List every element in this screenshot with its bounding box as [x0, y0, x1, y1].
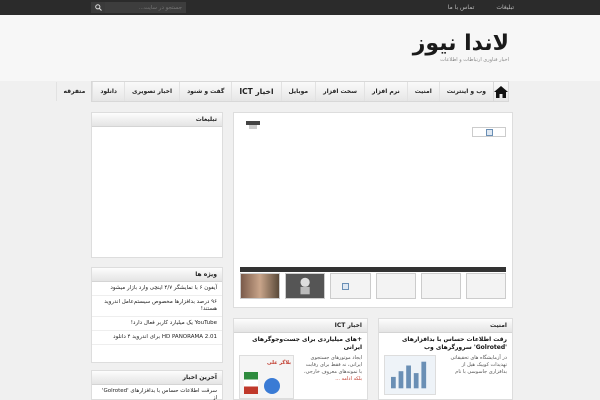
- search-input[interactable]: [105, 2, 186, 13]
- nav-item-photo-news[interactable]: اخبار تصویری: [124, 82, 179, 101]
- latest-panel-title: آخرین اخبار: [182, 374, 217, 381]
- robot-thumb-icon: [300, 277, 310, 295]
- main-nav: وب و اینترنت امنیت نرم افزار سخت افزار م…: [55, 81, 509, 102]
- security-news-column: امنیت رقت اطلاعات حساس با بدافزارهای 'Go…: [378, 318, 513, 400]
- ads-panel-title: تبلیغات: [195, 116, 217, 123]
- security-body: در آزمایشگاه های تحقیقاتی تهدیدات کوییک …: [379, 355, 512, 395]
- nav-home[interactable]: [493, 82, 508, 101]
- search-box: [91, 2, 186, 13]
- nav-item-web[interactable]: وب و اینترنت: [438, 82, 493, 101]
- slider-thumb[interactable]: [420, 273, 461, 299]
- globe-icon: [264, 378, 280, 394]
- special-item[interactable]: YouTube یک میلیارد کاربر فعال دارد!: [92, 317, 222, 331]
- nav-item-interview[interactable]: گفت و شنود: [179, 82, 231, 101]
- slider-thumb[interactable]: [240, 273, 281, 299]
- ict-text-line: با نمونه‌های معروف خارجی،: [303, 369, 362, 375]
- special-panel-header: ویژه ها: [92, 268, 222, 282]
- ict-body: ایجاد موتورهای جستجوی ایرانی، نه فقط برا…: [234, 355, 367, 399]
- ict-badge: بلاگر علی: [267, 360, 291, 366]
- special-item[interactable]: HD PANORAMA 2.01 برای اندروید ۴ دانلود: [92, 331, 222, 345]
- image-placeholder-icon: [486, 129, 493, 136]
- top-link-contact[interactable]: تماس با ما: [448, 2, 475, 13]
- nav-item-misc[interactable]: متفرقه: [55, 82, 93, 101]
- slider-thumb-bar: [240, 267, 506, 272]
- ads-panel-header: تبلیغات: [92, 113, 222, 127]
- ict-text-line: ایرانی، نه فقط برای رقابت: [305, 362, 362, 368]
- ict-text-line: ایجاد موتورهای جستجوی: [310, 355, 362, 361]
- special-item[interactable]: آیفون ۶ با نمایشگر ۴/۷ اینچی وارد بازار …: [92, 282, 222, 296]
- slider-thumb[interactable]: [465, 273, 507, 299]
- ict-title: اخبار ICT: [334, 322, 362, 329]
- site-logo[interactable]: لاندا نیوز اخبار فناوری ارتباطات و اطلاع…: [412, 31, 510, 64]
- nav-item-security[interactable]: امنیت: [406, 82, 439, 101]
- special-panel: ویژه ها آیفون ۶ با نمایشگر ۴/۷ اینچی وار…: [91, 267, 223, 363]
- image-placeholder-icon: [342, 283, 350, 290]
- search-icon: [94, 4, 102, 11]
- logo-subtitle: اخبار فناوری ارتباطات و اطلاعات: [440, 57, 509, 63]
- logo-title: لاندا نیوز: [412, 31, 510, 56]
- latest-panel: آخرین اخبار سرقت اطلاعات حساس با بدافزار…: [91, 370, 223, 400]
- ict-text: ایجاد موتورهای جستجوی ایرانی، نه فقط برا…: [298, 355, 362, 399]
- security-text-line: در آزمایشگاه های تحقیقاتی: [450, 355, 507, 361]
- security-headline[interactable]: رقت اطلاعات حساس با بدافزارهای 'Golroted…: [379, 333, 512, 355]
- search-button[interactable]: [91, 2, 105, 13]
- security-text-line: تهدیدات کوییک هیل از: [461, 362, 507, 368]
- latest-panel-header: آخرین اخبار: [92, 371, 222, 385]
- slide-main[interactable]: [240, 119, 506, 265]
- site-header: لاندا نیوز اخبار فناوری ارتباطات و اطلاع…: [0, 15, 600, 81]
- special-panel-title: ویژه ها: [195, 271, 217, 278]
- top-bar: تبلیغات تماس با ما: [0, 0, 600, 15]
- slider-thumbs: [240, 273, 507, 299]
- nav-item-mobile[interactable]: موبایل: [280, 82, 316, 101]
- nav-item-ict[interactable]: اخبار ICT: [231, 82, 280, 101]
- slide-flag-tail: [249, 125, 257, 129]
- nav-item-download[interactable]: دانلود: [92, 82, 124, 101]
- home-icon: [494, 85, 508, 98]
- latest-item[interactable]: سرقت اطلاعات حساس با بدافزارهای 'Golrote…: [92, 385, 222, 400]
- top-links: تبلیغات تماس با ما: [448, 2, 514, 13]
- security-thumbnail[interactable]: [384, 355, 436, 395]
- iran-flag-icon: [244, 372, 258, 394]
- nav-item-software[interactable]: نرم افزار: [364, 82, 407, 101]
- nav-item-hardware[interactable]: سخت افزار: [315, 82, 364, 101]
- special-item[interactable]: ۹۶ درصد بدافزارها مخصوص سیستم‌عامل اندرو…: [92, 296, 222, 317]
- chart-thumbnail-icon: [391, 361, 427, 389]
- slider-thumb[interactable]: [375, 273, 416, 299]
- ict-headline[interactable]: +های میلیاردی برای جست‌وجوگرهای ایرانی: [234, 333, 367, 355]
- ict-header: اخبار ICT: [234, 319, 367, 333]
- security-text-line: بدافزاری جاسوسی با نام: [455, 369, 507, 375]
- slide-image[interactable]: [472, 127, 506, 137]
- security-header: امنیت: [379, 319, 512, 333]
- security-title: امنیت: [489, 322, 507, 329]
- security-text: در آزمایشگاه های تحقیقاتی تهدیدات کوییک …: [440, 355, 507, 395]
- ict-read-more[interactable]: بلکه ادامه ...: [298, 376, 362, 383]
- top-link-ads[interactable]: تبلیغات: [496, 2, 514, 13]
- slider-thumb[interactable]: [330, 273, 371, 299]
- ict-thumbnail[interactable]: بلاگر علی: [239, 355, 294, 399]
- ads-panel: تبلیغات: [91, 112, 223, 258]
- ict-news-column: اخبار ICT +های میلیاردی برای جست‌وجوگرها…: [233, 318, 368, 400]
- featured-slider: [233, 112, 513, 308]
- slider-thumb[interactable]: [285, 273, 326, 299]
